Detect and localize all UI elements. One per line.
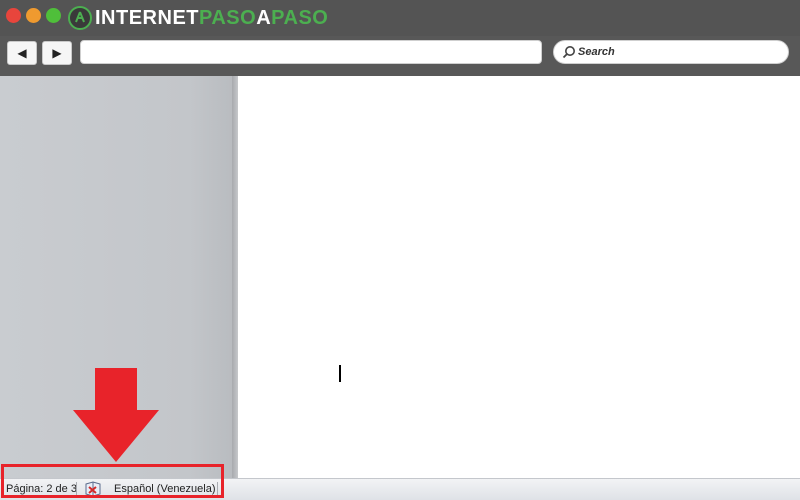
maximize-window-button[interactable] bbox=[46, 8, 61, 23]
logo-text-paso-1: PASO bbox=[199, 6, 257, 29]
title-bar: INTERNET PASO A PASO bbox=[0, 0, 800, 36]
logo-icon bbox=[68, 6, 92, 30]
status-divider bbox=[217, 482, 218, 497]
document-page[interactable] bbox=[238, 76, 800, 478]
app-window: INTERNET PASO A PASO ◀ ▶ Search Página: 2 d… bbox=[0, 0, 800, 500]
forward-arrow-icon: ▶ bbox=[52, 46, 62, 60]
down-arrow-annotation bbox=[73, 368, 159, 462]
proofing-icon[interactable] bbox=[84, 481, 102, 497]
back-arrow-icon: ◀ bbox=[17, 46, 27, 60]
status-bar: Página: 2 de 3 Español (Venezuela) bbox=[0, 478, 800, 500]
logo-text-internet: INTERNET bbox=[95, 6, 199, 29]
logo-text-a: A bbox=[256, 6, 272, 29]
site-logo: INTERNET PASO A PASO bbox=[68, 4, 328, 32]
forward-button[interactable]: ▶ bbox=[42, 41, 72, 65]
search-placeholder: Search bbox=[578, 46, 615, 58]
page-count-indicator[interactable]: Página: 2 de 3 bbox=[6, 483, 77, 495]
search-icon bbox=[562, 46, 575, 59]
status-divider bbox=[76, 482, 77, 497]
search-field[interactable]: Search bbox=[553, 40, 789, 64]
close-window-button[interactable] bbox=[6, 8, 21, 23]
text-cursor bbox=[339, 365, 341, 382]
minimize-window-button[interactable] bbox=[26, 8, 41, 23]
back-button[interactable]: ◀ bbox=[7, 41, 37, 65]
language-indicator[interactable]: Español (Venezuela) bbox=[114, 483, 216, 495]
toolbar: ◀ ▶ Search bbox=[0, 36, 800, 76]
logo-text-paso-2: PASO bbox=[271, 6, 329, 29]
address-bar[interactable] bbox=[80, 40, 542, 64]
